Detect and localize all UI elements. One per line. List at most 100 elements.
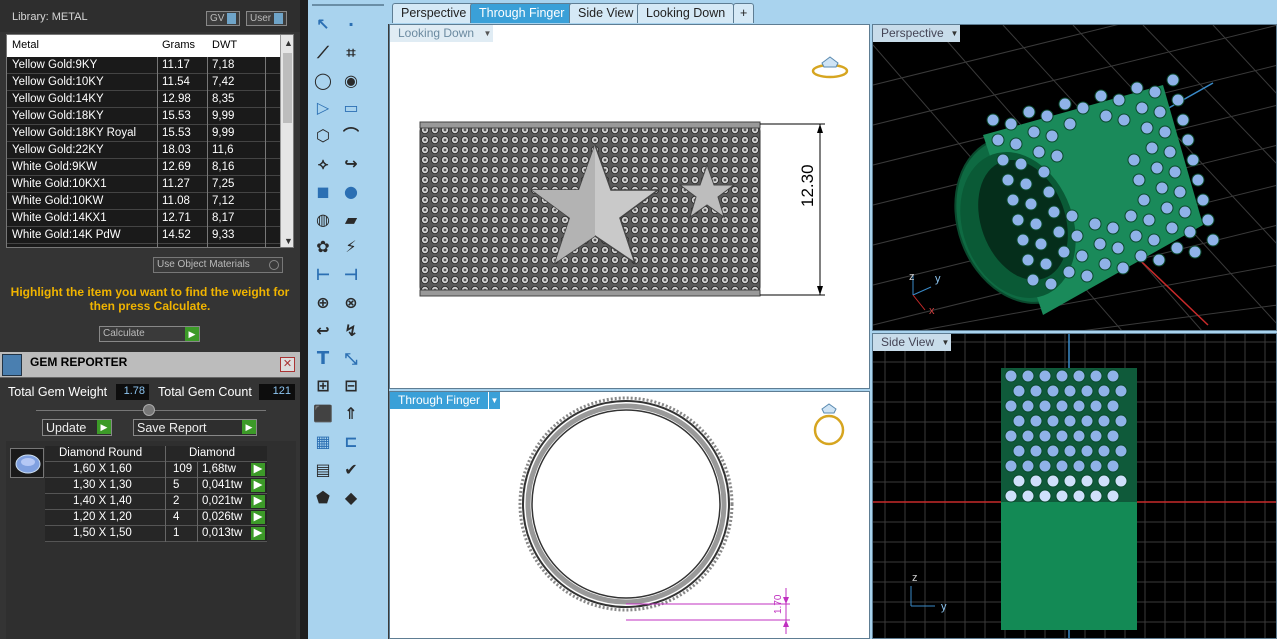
text-icon[interactable]: T (312, 348, 334, 370)
metal-row[interactable]: White Gold:14KX1 12.71 8,17 (7, 210, 280, 227)
curve-icon[interactable]: ↩ (312, 320, 334, 342)
metal-row[interactable]: Yellow Gold:18KY 15.53 9,99 (7, 108, 280, 125)
col-grams[interactable]: Grams (162, 39, 195, 51)
viewport-label[interactable]: Side View (873, 334, 943, 351)
col-dwt[interactable]: DWT (212, 39, 237, 51)
ellipse-icon[interactable]: ◉ (340, 70, 362, 92)
panel-divider[interactable] (300, 0, 308, 639)
user-toggle[interactable]: User (246, 11, 288, 26)
paint-icon[interactable]: ◆ (340, 487, 362, 509)
metal-row[interactable]: White Gold:14K PdW 14.52 9,33 (7, 227, 280, 244)
gem-row[interactable]: 1,30 X 1,30 5 0,041tw ▶ (45, 478, 267, 494)
gv-toggle[interactable]: GV (206, 11, 241, 26)
gv-toggle-label: GV (210, 13, 225, 24)
use-object-materials-checkbox[interactable]: Use Object Materials (153, 257, 283, 273)
array-icon[interactable]: ⊞ (312, 375, 334, 397)
metal-row[interactable]: White Gold:9KW 12.69 8,16 (7, 159, 280, 176)
curve-edit-icon[interactable]: ↯ (340, 320, 362, 342)
multi-point-icon[interactable]: ⌗ (340, 42, 362, 64)
plane-icon[interactable]: ▰ (340, 209, 362, 231)
gem-stone (1089, 369, 1103, 383)
gem-count: 109 (173, 463, 193, 475)
fillet-icon[interactable]: ↪ (340, 153, 362, 175)
metal-row[interactable]: White Gold:10KX1 11.27 7,25 (7, 176, 280, 193)
viewport-through-finger[interactable]: Through Finger ▼ 1.70 (389, 391, 870, 639)
grid-icon[interactable]: ▦ (312, 431, 334, 453)
toolbar-grip[interactable] (312, 4, 384, 6)
scrollbar-thumb[interactable] (283, 53, 292, 123)
gem-row[interactable]: 1,50 X 1,50 1 0,013tw ▶ (45, 526, 267, 542)
viewport-looking-down[interactable]: Looking Down ▼ 12.30 (389, 24, 870, 389)
close-icon[interactable]: ✕ (280, 357, 295, 372)
gem-stone (1093, 237, 1107, 251)
viewport-side-view[interactable]: Side View ▼ z y (872, 333, 1277, 639)
gem-stone (1129, 229, 1143, 243)
gem-row[interactable]: 1,40 X 1,40 2 0,021tw ▶ (45, 494, 267, 510)
save-report-button[interactable]: Save Report ▶ (133, 419, 257, 436)
gem-stone (1152, 253, 1166, 267)
polyline-icon[interactable]: ⟋ (312, 42, 334, 64)
rectangle-icon[interactable]: ▭ (340, 97, 362, 119)
align-icon[interactable]: ⊏ (340, 431, 362, 453)
hexagon-icon[interactable]: ⬡ (312, 125, 334, 147)
viewport-label[interactable]: Perspective (873, 25, 952, 42)
metal-grams: 11.27 (162, 178, 190, 190)
polygon-icon[interactable]: ▷ (312, 97, 334, 119)
cylinder-icon[interactable]: ◍ (312, 209, 334, 231)
trim-icon[interactable]: ⊢ (312, 264, 334, 286)
gem-settings-icon[interactable]: ✿ (312, 236, 334, 258)
metal-name: White Gold:10KW (12, 195, 104, 207)
panel-resize-handle[interactable] (143, 404, 155, 416)
metal-row[interactable]: Yellow Gold:22KY 18.03 11,6 (7, 142, 280, 159)
check-icon[interactable]: ✔ (340, 459, 362, 481)
metal-row[interactable]: White Gold:10KW 11.08 7,12 (7, 193, 280, 210)
circle-icon[interactable]: ◯ (312, 70, 334, 92)
extrude-icon[interactable]: ⇑ (340, 403, 362, 425)
cube-icon[interactable]: ⬛ (312, 403, 334, 425)
select-arrow-icon[interactable]: ↖ (312, 14, 334, 36)
col-metal[interactable]: Metal (12, 39, 39, 51)
calculate-button[interactable]: Calculate ▶ (99, 326, 200, 342)
gem-row[interactable]: 1,20 X 1,20 4 0,026tw ▶ (45, 510, 267, 526)
metal-row[interactable]: Yellow Gold:18KY Royal 15.53 9,99 (7, 125, 280, 142)
box-icon[interactable]: ◼ (312, 181, 334, 203)
chevron-down-icon[interactable]: ▼ (949, 25, 960, 42)
metal-row[interactable]: Yellow Gold:9KY 11.17 7,18 (7, 57, 280, 74)
gem-stone (1170, 241, 1184, 255)
edit-points-icon[interactable]: ⟡ (312, 153, 334, 175)
group-icon[interactable]: ⊗ (340, 292, 362, 314)
gem-stone (1097, 384, 1111, 398)
metal-row[interactable]: Yellow Gold:14KY 12.98 8,35 (7, 91, 280, 108)
tab-looking-down[interactable]: Looking Down (637, 3, 735, 23)
update-button[interactable]: Update ▶ (42, 419, 112, 436)
chevron-down-icon[interactable]: ▼ (940, 334, 951, 351)
tab-through-finger[interactable]: Through Finger (470, 3, 574, 23)
prongs-icon[interactable]: ⚡ (340, 236, 362, 258)
play-icon[interactable]: ▶ (251, 479, 265, 492)
play-icon[interactable]: ▶ (251, 495, 265, 508)
scroll-down-icon[interactable]: ▼ (284, 236, 293, 246)
scale-icon[interactable]: ⤡ (340, 348, 362, 370)
card-icon[interactable]: ▤ (312, 459, 334, 481)
tab-perspective[interactable]: Perspective (392, 3, 476, 23)
shape-icon[interactable]: ⬟ (312, 487, 334, 509)
scroll-up-icon[interactable]: ▲ (284, 38, 293, 48)
diamond-thumbnail (10, 448, 44, 478)
gem-weight: 1,68tw (202, 463, 236, 475)
metal-row[interactable]: Yellow Gold:10KY 11.54 7,42 (7, 74, 280, 91)
gem-row[interactable]: 1,60 X 1,60 109 1,68tw ▶ (45, 462, 267, 478)
spheres-icon[interactable]: ● (340, 181, 362, 203)
play-icon[interactable]: ▶ (251, 511, 265, 524)
add-tab-button[interactable]: + (733, 3, 755, 23)
split-icon[interactable]: ⊣ (340, 264, 362, 286)
point-icon[interactable]: · (340, 14, 362, 36)
boolean-icon[interactable]: ⊕ (312, 292, 334, 314)
viewport-perspective[interactable]: Perspective ▼ z y x (872, 24, 1277, 331)
distribute-icon[interactable]: ⊟ (340, 375, 362, 397)
gem-stone (1001, 173, 1015, 187)
play-icon[interactable]: ▶ (251, 463, 265, 476)
play-icon[interactable]: ▶ (251, 527, 265, 540)
tab-side-view[interactable]: Side View (569, 3, 643, 23)
gem-stone (1097, 414, 1111, 428)
arc-icon[interactable]: ⌒ (340, 125, 362, 147)
